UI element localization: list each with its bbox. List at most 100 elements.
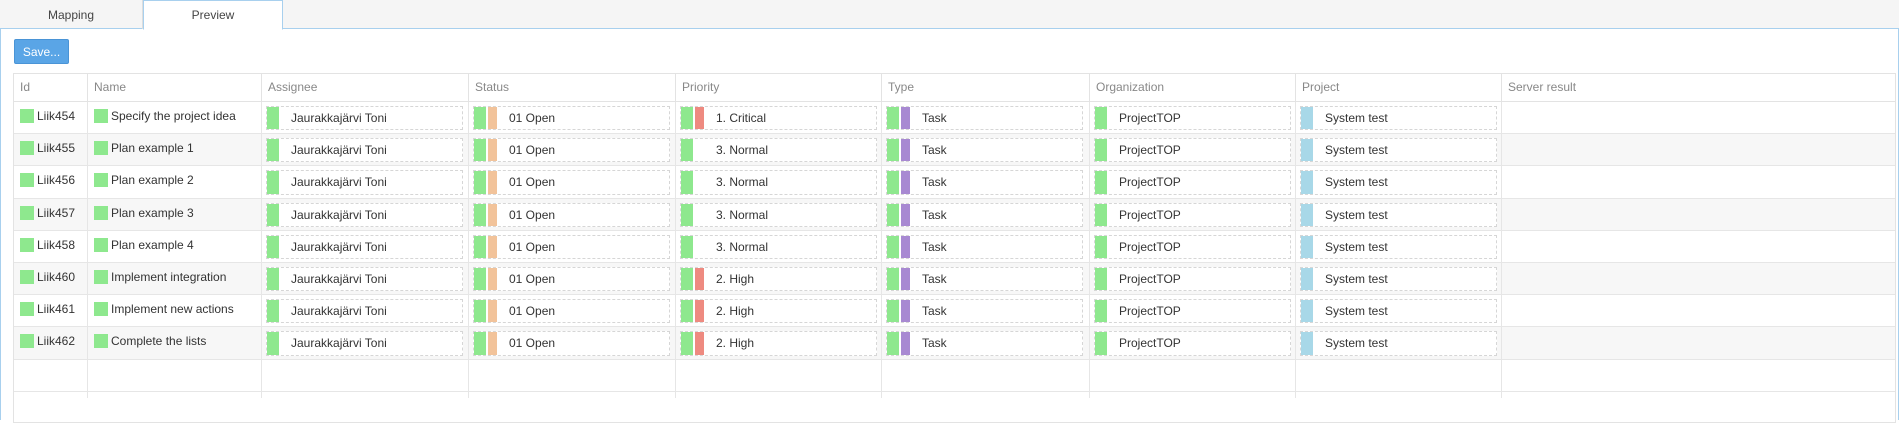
column-header-organization[interactable]: Organization [1090, 74, 1296, 101]
cell-server-result [1502, 134, 1895, 166]
column-header-type[interactable]: Type [882, 74, 1090, 101]
type-selector[interactable]: Task [886, 106, 1083, 131]
status-selector[interactable]: 01 Open [473, 106, 670, 131]
project-selector[interactable]: System test [1300, 106, 1497, 131]
column-header-id[interactable]: Id [14, 74, 88, 101]
cell-assignee: Jaurakkajärvi Toni [262, 295, 469, 328]
mapped-indicator [1301, 203, 1313, 226]
organization-selector[interactable]: ProjectTOP [1094, 299, 1291, 324]
color-indicator [901, 139, 910, 162]
mapped-indicator [1301, 332, 1313, 355]
assignee-selector[interactable]: Jaurakkajärvi Toni [266, 234, 463, 259]
mapped-indicator [474, 203, 486, 226]
cell-empty [469, 359, 676, 398]
cell-name: Complete the lists [88, 327, 262, 360]
priority-selector[interactable]: 2. High [680, 299, 877, 324]
project-selector[interactable]: System test [1300, 331, 1497, 356]
mapped-indicator [267, 203, 279, 226]
item-name: Plan example 2 [111, 173, 194, 188]
project-selector[interactable]: System test [1300, 267, 1497, 292]
project-selector[interactable]: System test [1300, 202, 1497, 227]
assignee-selector[interactable]: Jaurakkajärvi Toni [266, 299, 463, 324]
organization-selector[interactable]: ProjectTOP [1094, 331, 1291, 356]
project-selector[interactable]: System test [1300, 170, 1497, 195]
organization-selector[interactable]: ProjectTOP [1094, 106, 1291, 131]
color-indicator [901, 300, 910, 323]
status-selector[interactable]: 01 Open [473, 170, 670, 195]
priority-selector[interactable]: 3. Normal [680, 234, 877, 259]
column-header-server-result[interactable]: Server result [1502, 74, 1895, 101]
type-selector[interactable]: Task [886, 234, 1083, 259]
type-selector[interactable]: Task [886, 170, 1083, 195]
mapped-indicator [1095, 300, 1107, 323]
status-selector[interactable]: 01 Open [473, 202, 670, 227]
priority-selector[interactable]: 1. Critical [680, 106, 877, 131]
column-header-status[interactable]: Status [469, 74, 676, 101]
assignee-value: Jaurakkajärvi Toni [291, 175, 387, 190]
status-selector[interactable]: 01 Open [473, 234, 670, 259]
priority-selector[interactable]: 3. Normal [680, 138, 877, 163]
mapped-indicator [1095, 332, 1107, 355]
column-header-name[interactable]: Name [88, 74, 262, 101]
mapped-indicator [267, 235, 279, 258]
mapped-indicator [267, 139, 279, 162]
cell-project: System test [1296, 230, 1502, 263]
column-header-project[interactable]: Project [1296, 74, 1502, 101]
mapped-indicator [474, 268, 486, 291]
priority-selector[interactable]: 2. High [680, 331, 877, 356]
status-selector[interactable]: 01 Open [473, 267, 670, 292]
status-selector[interactable]: 01 Open [473, 331, 670, 356]
project-selector[interactable]: System test [1300, 299, 1497, 324]
mapped-indicator [20, 237, 34, 252]
type-selector[interactable]: Task [886, 267, 1083, 292]
type-selector[interactable]: Task [886, 331, 1083, 356]
tab-preview[interactable]: Preview [143, 0, 283, 30]
assignee-selector[interactable]: Jaurakkajärvi Toni [266, 170, 463, 195]
priority-selector[interactable]: 2. High [680, 267, 877, 292]
mapped-indicator [267, 300, 279, 323]
organization-selector[interactable]: ProjectTOP [1094, 267, 1291, 292]
organization-selector[interactable]: ProjectTOP [1094, 138, 1291, 163]
project-selector[interactable]: System test [1300, 234, 1497, 259]
assignee-selector[interactable]: Jaurakkajärvi Toni [266, 331, 463, 356]
type-selector[interactable]: Task [886, 138, 1083, 163]
organization-selector[interactable]: ProjectTOP [1094, 170, 1291, 195]
save-button[interactable]: Save... [14, 39, 69, 64]
cell-id: Liik461 [14, 295, 88, 328]
type-value: Task [922, 111, 947, 126]
item-name: Implement integration [111, 270, 227, 284]
cell-name: Plan example 2 [88, 166, 262, 199]
project-value: System test [1325, 143, 1388, 158]
priority-selector[interactable]: 3. Normal [680, 202, 877, 227]
item-name: Specify the project idea [111, 109, 236, 123]
assignee-selector[interactable]: Jaurakkajärvi Toni [266, 106, 463, 131]
organization-selector[interactable]: ProjectTOP [1094, 202, 1291, 227]
mapped-indicator [1095, 203, 1107, 226]
column-header-assignee[interactable]: Assignee [262, 74, 469, 101]
cell-organization: ProjectTOP [1090, 102, 1296, 135]
type-selector[interactable]: Task [886, 202, 1083, 227]
organization-value: ProjectTOP [1119, 239, 1181, 254]
assignee-selector[interactable]: Jaurakkajärvi Toni [266, 138, 463, 163]
assignee-selector[interactable]: Jaurakkajärvi Toni [266, 202, 463, 227]
organization-selector[interactable]: ProjectTOP [1094, 234, 1291, 259]
status-selector[interactable]: 01 Open [473, 299, 670, 324]
status-selector[interactable]: 01 Open [473, 138, 670, 163]
type-selector[interactable]: Task [886, 299, 1083, 324]
mapped-indicator [267, 171, 279, 194]
assignee-selector[interactable]: Jaurakkajärvi Toni [266, 267, 463, 292]
cell-assignee: Jaurakkajärvi Toni [262, 327, 469, 360]
mapped-indicator [20, 109, 34, 123]
item-id: Liik460 [37, 270, 76, 284]
project-selector[interactable]: System test [1300, 138, 1497, 163]
type-value: Task [922, 304, 947, 319]
column-header-priority[interactable]: Priority [676, 74, 882, 101]
type-value: Task [922, 336, 947, 351]
tab-mapping[interactable]: Mapping [0, 0, 143, 29]
priority-selector[interactable]: 3. Normal [680, 170, 877, 195]
table-row: Liik456 Plan example 2 Jaurakkajärvi Toni 0… [14, 166, 1895, 199]
cell-type: Task [882, 166, 1090, 199]
type-value: Task [922, 272, 947, 287]
mapped-indicator [887, 107, 899, 130]
mapped-indicator [1301, 171, 1313, 194]
